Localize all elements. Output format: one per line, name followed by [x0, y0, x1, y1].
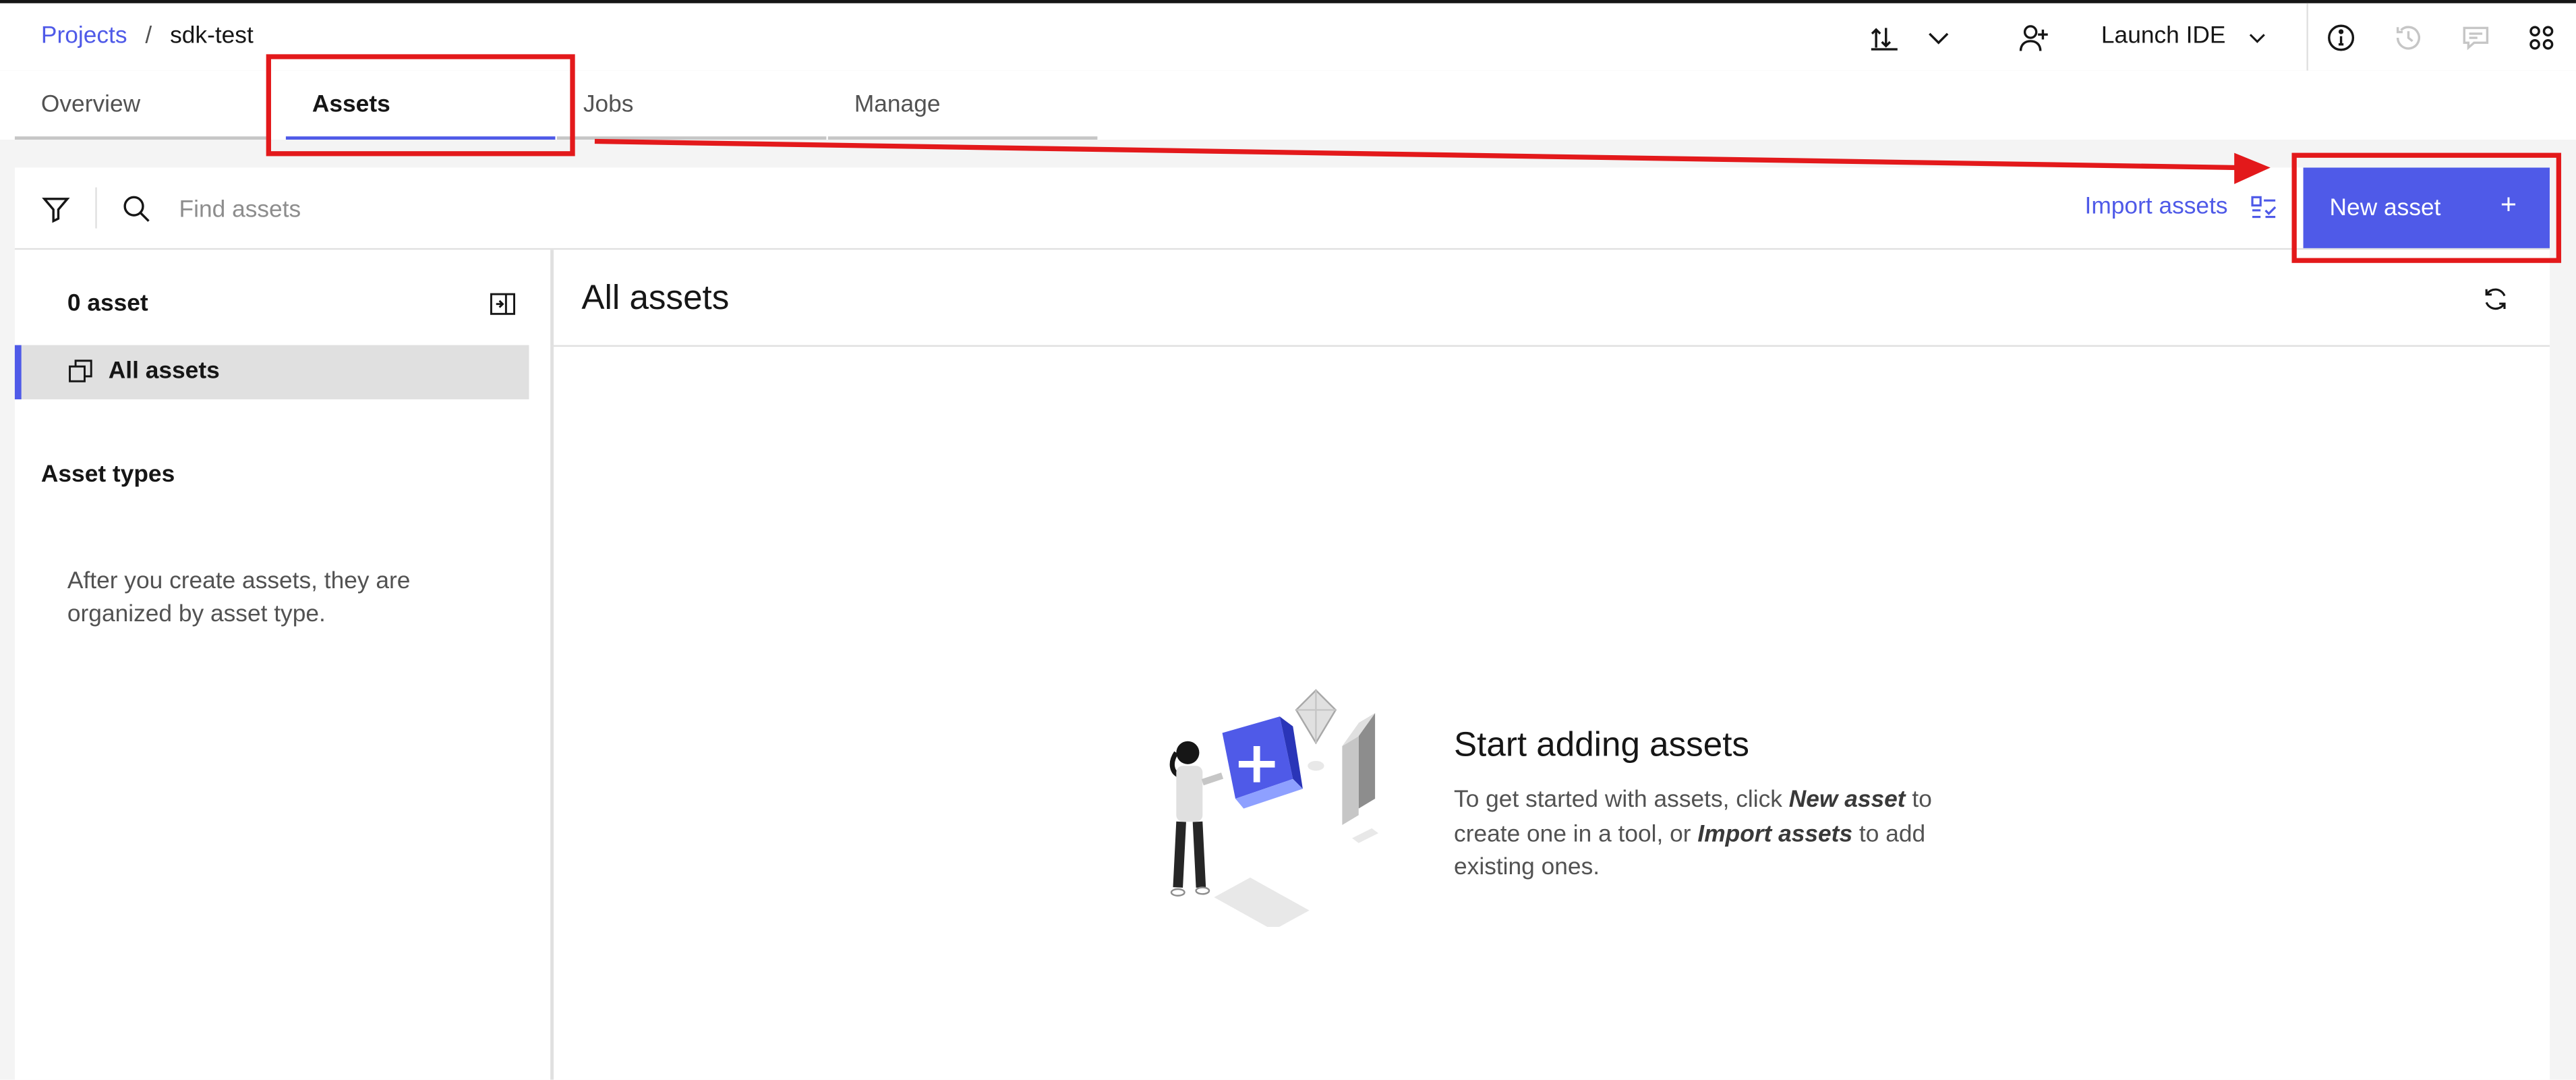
empty-state-illustration	[1169, 689, 1378, 928]
header-divider	[2306, 3, 2308, 71]
plus-icon: +	[2500, 189, 2517, 221]
app-window: Projects / sdk-test Launch IDE Overview …	[0, 0, 2576, 1080]
search-input[interactable]	[175, 190, 1169, 231]
tab-jobs-label: Jobs	[583, 92, 634, 119]
new-asset-button[interactable]: New asset +	[2303, 167, 2550, 248]
tab-jobs[interactable]: Jobs	[556, 71, 827, 140]
info-icon[interactable]	[2326, 23, 2356, 53]
asset-toolbar: Import assets New asset +	[14, 167, 2550, 250]
empty-state-title: Start adding assets	[1454, 726, 1750, 764]
breadcrumb-projects-link[interactable]: Projects	[41, 23, 127, 49]
import-icon[interactable]	[2251, 196, 2277, 222]
main-title: All assets	[581, 279, 730, 318]
add-collaborator-icon[interactable]	[2019, 23, 2049, 53]
launch-chevron-icon	[2249, 34, 2265, 43]
copy-icon	[67, 358, 94, 385]
asset-count: 0 asset	[67, 291, 148, 318]
asset-types-heading: Asset types	[40, 461, 175, 488]
search-icon	[121, 194, 151, 223]
upload-download-icon[interactable]	[1869, 23, 1899, 53]
tab-overview[interactable]: Overview	[14, 71, 271, 140]
tab-overview-label: Overview	[40, 92, 141, 119]
tab-assets[interactable]: Assets	[285, 71, 556, 140]
apps-icon[interactable]	[2527, 23, 2556, 53]
refresh-icon[interactable]	[2482, 286, 2509, 312]
empty-desc-new-asset: New asset	[1788, 787, 1906, 814]
asset-sidebar: 0 asset All assets Asset types After you…	[14, 250, 554, 1080]
new-asset-label: New asset	[2329, 195, 2441, 222]
launch-ide-button[interactable]: Launch IDE	[2101, 23, 2265, 50]
empty-state-description: To get started with assets, click New as…	[1454, 784, 1980, 885]
breadcrumb: Projects / sdk-test	[41, 23, 254, 49]
chevron-down-icon[interactable]	[1924, 23, 1954, 53]
import-assets-link[interactable]: Import assets	[2085, 194, 2228, 220]
all-assets-label: All assets	[108, 358, 220, 385]
breadcrumb-current: sdk-test	[170, 23, 254, 50]
tab-manage-label: Manage	[854, 92, 941, 119]
breadcrumb-separator: /	[145, 23, 152, 50]
empty-desc-import-assets: Import assets	[1697, 820, 1853, 847]
toolbar-separator	[95, 187, 97, 229]
header-bar: Projects / sdk-test Launch IDE	[0, 3, 2576, 73]
collapse-panel-icon[interactable]	[490, 291, 516, 317]
main-header: All assets	[553, 250, 2550, 347]
tab-bar: Overview Assets Jobs Manage	[0, 70, 2576, 140]
tab-assets-label: Assets	[312, 92, 390, 119]
empty-desc-part-1: To get started with assets, click	[1454, 787, 1789, 814]
sidebar-item-all-assets[interactable]: All assets	[14, 345, 529, 399]
comment-icon[interactable]	[2461, 23, 2490, 53]
history-icon[interactable]	[2394, 23, 2424, 53]
filter-icon[interactable]	[41, 194, 71, 223]
tab-manage[interactable]: Manage	[827, 71, 1098, 140]
launch-ide-label: Launch IDE	[2101, 23, 2226, 50]
assets-main-panel: All assets Start adding assets To get st…	[553, 250, 2550, 1080]
asset-types-hint: After you create assets, they are organi…	[67, 568, 411, 628]
